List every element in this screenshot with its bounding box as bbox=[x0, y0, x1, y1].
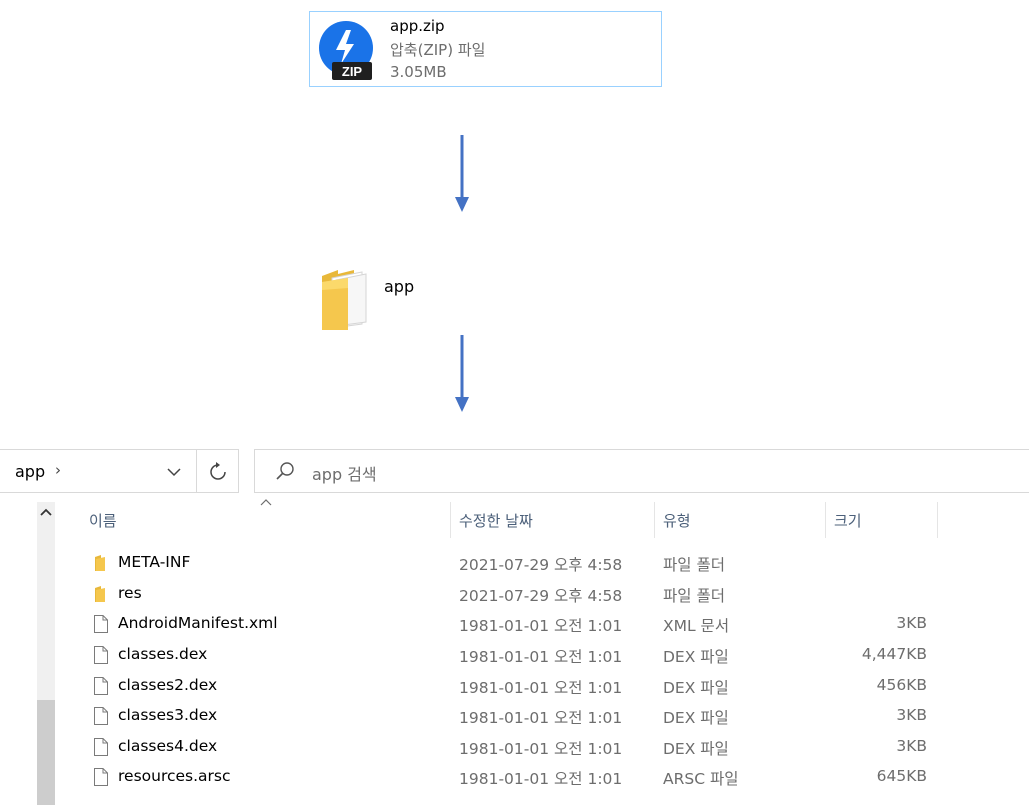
folder-name: app bbox=[384, 277, 415, 296]
file-date: 1981-01-01 오전 1:01 bbox=[459, 648, 623, 666]
file-name: res bbox=[118, 584, 142, 602]
file-name: resources.arsc bbox=[118, 767, 231, 785]
zip-file-size: 3.05MB bbox=[390, 63, 447, 81]
file-icon bbox=[94, 615, 108, 633]
file-date: 2021-07-29 오후 4:58 bbox=[459, 556, 623, 574]
address-bar[interactable]: app › bbox=[0, 449, 239, 493]
file-date: 1981-01-01 오전 1:01 bbox=[459, 740, 623, 758]
file-size: 3KB bbox=[896, 706, 927, 724]
column-divider[interactable] bbox=[937, 502, 938, 538]
file-size: 3KB bbox=[896, 614, 927, 632]
address-divider bbox=[196, 450, 197, 492]
file-icon bbox=[94, 707, 108, 725]
file-name: AndroidManifest.xml bbox=[118, 614, 278, 632]
zip-file-type: 압축(ZIP) 파일 bbox=[390, 41, 486, 59]
column-header-size[interactable]: 크기 bbox=[834, 510, 862, 531]
file-size: 645KB bbox=[876, 767, 927, 785]
file-icon bbox=[94, 768, 108, 786]
refresh-icon[interactable] bbox=[207, 461, 229, 483]
zip-file-tile[interactable]: ZIP app.zip 압축(ZIP) 파일 3.05MB bbox=[309, 11, 662, 87]
down-arrow-icon bbox=[455, 135, 469, 213]
column-divider[interactable] bbox=[654, 502, 655, 538]
breadcrumb-chevron-right-icon[interactable]: › bbox=[55, 461, 61, 479]
down-arrow-icon bbox=[455, 335, 469, 413]
file-date: 1981-01-01 오전 1:01 bbox=[459, 679, 623, 697]
column-divider[interactable] bbox=[825, 502, 826, 538]
file-date: 1981-01-01 오전 1:01 bbox=[459, 617, 623, 635]
file-type: XML 문서 bbox=[663, 617, 730, 635]
file-type: DEX 파일 bbox=[663, 648, 729, 666]
zip-icon-label: ZIP bbox=[342, 64, 363, 79]
column-header-date[interactable]: 수정한 날짜 bbox=[459, 510, 533, 531]
file-size: 456KB bbox=[876, 676, 927, 694]
file-name: META-INF bbox=[118, 553, 191, 571]
column-header-type[interactable]: 유형 bbox=[663, 510, 691, 531]
file-date: 2021-07-29 오후 4:58 bbox=[459, 587, 623, 605]
file-icon bbox=[94, 646, 108, 664]
file-type: DEX 파일 bbox=[663, 679, 729, 697]
file-type: DEX 파일 bbox=[663, 709, 729, 727]
zip-archive-icon: ZIP bbox=[319, 21, 373, 80]
file-type: ARSC 파일 bbox=[663, 770, 739, 788]
file-size: 3KB bbox=[896, 737, 927, 755]
scrollbar-thumb[interactable] bbox=[37, 700, 55, 805]
file-type: 파일 폴더 bbox=[663, 587, 725, 605]
chevron-down-icon[interactable] bbox=[163, 462, 185, 482]
scroll-up-icon[interactable] bbox=[37, 502, 55, 524]
file-date: 1981-01-01 오전 1:01 bbox=[459, 770, 623, 788]
file-type: 파일 폴더 bbox=[663, 556, 725, 574]
file-size: 4,447KB bbox=[861, 645, 927, 663]
column-divider[interactable] bbox=[450, 502, 451, 538]
folder-icon bbox=[95, 586, 105, 602]
folder-icon[interactable] bbox=[318, 268, 372, 332]
search-box[interactable]: app 검색 bbox=[254, 449, 1029, 493]
column-header-name[interactable]: 이름 bbox=[89, 510, 117, 531]
folder-icon bbox=[95, 555, 105, 571]
file-icon bbox=[94, 738, 108, 756]
file-name: classes4.dex bbox=[118, 737, 218, 755]
file-icon bbox=[94, 677, 108, 695]
search-input[interactable]: app 검색 bbox=[312, 461, 377, 485]
file-date: 1981-01-01 오전 1:01 bbox=[459, 709, 623, 727]
file-type: DEX 파일 bbox=[663, 740, 729, 758]
breadcrumb-app[interactable]: app bbox=[15, 462, 45, 481]
file-name: classes3.dex bbox=[118, 706, 218, 724]
sort-ascending-icon bbox=[260, 499, 272, 506]
zip-file-name: app.zip bbox=[390, 17, 445, 35]
file-name: classes2.dex bbox=[118, 676, 218, 694]
search-icon bbox=[276, 462, 294, 480]
file-name: classes.dex bbox=[118, 645, 208, 663]
